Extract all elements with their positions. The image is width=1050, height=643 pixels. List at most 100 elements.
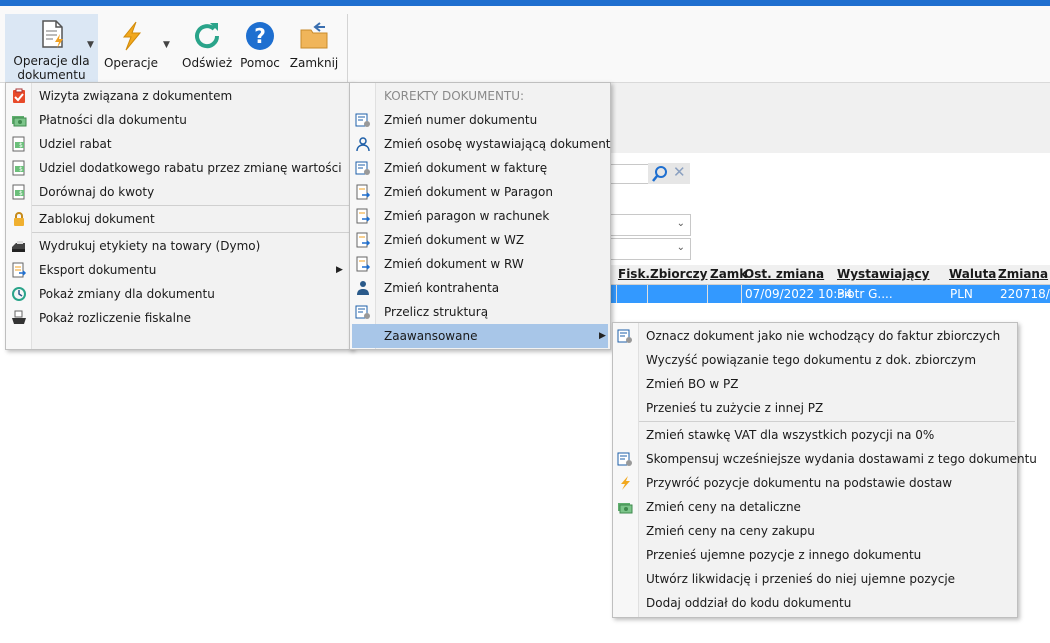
- table-row[interactable]: 07/09/2022 10:34 Piotr G.... PLN 220718/…: [610, 285, 1050, 303]
- chevron-down-icon[interactable]: ▼: [87, 40, 94, 50]
- help-icon: ?: [246, 22, 274, 50]
- money-icon: [618, 503, 633, 514]
- filter-combo-1[interactable]: ⌄: [610, 214, 691, 236]
- column-header[interactable]: Zmiana: [998, 267, 1048, 281]
- pomoc-label: Pomoc: [240, 56, 280, 70]
- lightning-icon: [621, 476, 630, 490]
- label-printer-icon: [12, 241, 25, 252]
- export-icon: [12, 262, 27, 278]
- folder-close-icon: [300, 22, 328, 49]
- column-header[interactable]: Zamk: [710, 267, 747, 281]
- refresh-icon: [195, 23, 220, 49]
- table-cell: PLN: [950, 287, 973, 301]
- column-header[interactable]: Waluta: [949, 267, 996, 281]
- svg-text:?: ?: [254, 24, 266, 48]
- operacje-dla-dokumentu-button[interactable]: Operacje dla dokumentu: [5, 14, 98, 86]
- filter-combo-2[interactable]: ⌄: [610, 238, 691, 260]
- document-settings-icon: [617, 329, 632, 343]
- cell-divider: [707, 285, 708, 303]
- cell-divider: [647, 285, 648, 303]
- menu-item-przenies-zuzycie[interactable]: Przenieś tu zużycie z innej PZ: [613, 396, 1017, 420]
- menu-item-zmien-w-wz[interactable]: Zmień dokument w WZ: [350, 228, 610, 252]
- pomoc-button[interactable]: ? Pomoc: [236, 14, 284, 86]
- ribbon-separator: [347, 14, 348, 86]
- document-settings-icon: [355, 161, 370, 175]
- menu-item-zmien-w-rw[interactable]: Zmień dokument w RW: [350, 252, 610, 276]
- column-header[interactable]: Wystawiający: [837, 267, 929, 281]
- menu-item-zmien-stawke-vat[interactable]: Zmień stawkę VAT dla wszystkich pozycji …: [613, 423, 1017, 447]
- fiscal-printer-icon: [12, 310, 26, 324]
- operacje-dla-dokumentu-label: Operacje dla dokumentu: [13, 54, 90, 82]
- menu-item-zmien-w-paragon[interactable]: Zmień dokument w Paragon: [350, 180, 610, 204]
- menu-item-pokaz-zmiany[interactable]: Pokaż zmiany dla dokumentu: [6, 282, 352, 306]
- menu-item-utworz-likwidacje[interactable]: Utwórz likwidację i przenieś do niej uje…: [613, 567, 1017, 591]
- menu-item-przywroc-pozycje[interactable]: Przywróć pozycje dokumentu na podstawie …: [613, 471, 1017, 495]
- menu-item-platnosci[interactable]: Płatności dla dokumentu: [6, 108, 352, 132]
- menu-item-dodaj-oddzial[interactable]: Dodaj oddział do kodu dokumentu: [613, 591, 1017, 615]
- submenu-korekty: KOREKTY DOKUMENTU: Zmień numer dokumentu…: [349, 82, 611, 350]
- menu-item-ceny-zakupu[interactable]: Zmień ceny na ceny zakupu: [613, 519, 1017, 543]
- menu-item-wyczysc-powiazanie[interactable]: Wyczyść powiązanie tego dokumentu z dok.…: [613, 348, 1017, 372]
- document-lightning-icon: [41, 20, 63, 48]
- menu-header-korekty: KOREKTY DOKUMENTU:: [384, 89, 525, 103]
- menu-item-zmien-numer[interactable]: Zmień numer dokumentu: [350, 108, 610, 132]
- money-icon: [12, 116, 27, 127]
- menu-item-przelicz-struktura[interactable]: Przelicz strukturą: [350, 300, 610, 324]
- submenu-arrow-icon: ▶: [336, 265, 343, 275]
- menu-item-dodatkowy-rabat[interactable]: $ Udziel dodatkowego rabatu przez zmianę…: [6, 156, 352, 180]
- menu-separator: [32, 205, 350, 206]
- table-cell: Piotr G....: [837, 287, 893, 301]
- menu-item-zablokuj[interactable]: Zablokuj dokument: [6, 207, 352, 231]
- menu-item-rozliczenie-fiskalne[interactable]: Pokaż rozliczenie fiskalne: [6, 306, 352, 330]
- chevron-down-icon: ⌄: [676, 242, 685, 253]
- menu-item-dorownaj[interactable]: $ Dorównaj do kwoty: [6, 180, 352, 204]
- menu-item-zmien-w-fakture[interactable]: Zmień dokument w fakturę: [350, 156, 610, 180]
- menu-item-wizyta[interactable]: Wizyta związana z dokumentem: [6, 84, 352, 108]
- menu-item-udziel-rabat[interactable]: $ Udziel rabat: [6, 132, 352, 156]
- svg-text:$: $: [19, 142, 23, 149]
- search-buttons: ✕: [648, 163, 690, 184]
- menu-item-przenies-ujemne[interactable]: Przenieś ujemne pozycje z innego dokumen…: [613, 543, 1017, 567]
- menu-item-wydrukuj-etykiety[interactable]: Wydrukuj etykiety na towary (Dymo): [6, 234, 352, 258]
- search-input[interactable]: [610, 164, 649, 184]
- search-icon[interactable]: [651, 165, 669, 183]
- menu-item-oznacz-nie-zbiorczy[interactable]: Oznacz dokument jako nie wchodzący do fa…: [613, 324, 1017, 348]
- discount-document-icon: $: [12, 136, 25, 152]
- svg-text:$: $: [19, 166, 23, 173]
- column-header[interactable]: Fisk.: [618, 267, 650, 281]
- menu-item-zmien-kontrahenta[interactable]: Zmień kontrahenta: [350, 276, 610, 300]
- submenu-arrow-icon: ▶: [599, 331, 606, 341]
- column-header[interactable]: Zbiorczy: [650, 267, 708, 281]
- menu-item-skompensuj[interactable]: Skompensuj wcześniejsze wydania dostawam…: [613, 447, 1037, 471]
- zamknij-button[interactable]: Zamknij: [288, 14, 340, 86]
- lightning-icon: [122, 21, 142, 51]
- menu-item-zmien-osobe[interactable]: Zmień osobę wystawiającą dokument: [350, 132, 611, 156]
- document-settings-icon: [617, 452, 632, 466]
- cell-divider: [616, 285, 617, 303]
- users-icon: [356, 137, 370, 152]
- column-header[interactable]: Ost. zmiana: [744, 267, 824, 281]
- clipboard-check-icon: [13, 88, 25, 103]
- menu-item-ceny-detaliczne[interactable]: Zmień ceny na detaliczne: [613, 495, 1017, 519]
- clear-icon[interactable]: ✕: [673, 163, 686, 181]
- document-settings-icon: [355, 305, 370, 319]
- menu-item-paragon-w-rachunek[interactable]: Zmień paragon w rachunek: [350, 204, 610, 228]
- odswiez-button[interactable]: Odśwież: [182, 14, 232, 86]
- panel-background: [610, 83, 1050, 153]
- person-icon: [357, 281, 369, 295]
- lock-icon: [14, 212, 24, 226]
- menu-item-zmien-bo-w-pz[interactable]: Zmień BO w PZ: [613, 372, 1017, 396]
- document-arrow-icon: [356, 208, 371, 224]
- menu-separator: [32, 232, 350, 233]
- operacje-label: Operacje: [103, 56, 159, 70]
- document-arrow-icon: [356, 256, 371, 272]
- operacje-button[interactable]: Operacje: [102, 14, 160, 86]
- context-menu-document: Wizyta związana z dokumentem Płatności d…: [5, 82, 353, 350]
- menu-item-eksport[interactable]: Eksport dokumentu ▶: [6, 258, 352, 282]
- zamknij-label: Zamknij: [289, 56, 339, 70]
- chevron-down-icon[interactable]: ▼: [163, 40, 170, 50]
- document-arrow-icon: [356, 184, 371, 200]
- document-settings-icon: [355, 113, 370, 127]
- menu-item-zaawansowane[interactable]: Zaawansowane ▶: [352, 324, 608, 348]
- svg-text:$: $: [19, 190, 23, 197]
